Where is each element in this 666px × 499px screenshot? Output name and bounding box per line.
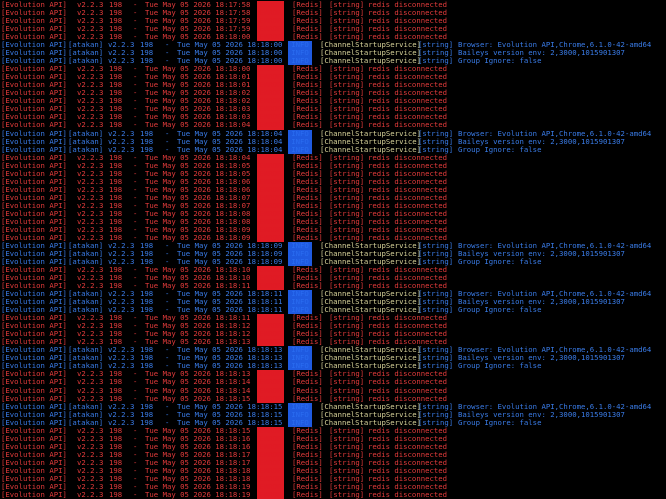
- log-message: Group Ignore: false: [458, 417, 542, 427]
- log-message: Group Ignore: false: [458, 257, 542, 266]
- log-context: [Redis]: [292, 489, 323, 499]
- log-pid: 198: [109, 489, 123, 499]
- log-timestamp: Tue May 05 2026 18:18:19: [145, 489, 251, 499]
- log-line-error: [Evolution API] v2.2.3 198- Tue May 05 2026…: [0, 489, 666, 499]
- log-separator: -: [133, 489, 138, 499]
- log-version: v2.2.3: [77, 489, 104, 499]
- log-message: Group Ignore: false: [458, 56, 542, 66]
- log-message: Group Ignore: false: [458, 361, 542, 371]
- terminal-log-output[interactable]: [Evolution API] v2.2.3 198- Tue May 05 2026…: [0, 0, 666, 499]
- error-badge: ERROR: [257, 490, 284, 499]
- log-message: Group Ignore: false: [458, 144, 542, 154]
- log-message: redis disconnected: [368, 489, 448, 499]
- log-message: Group Ignore: false: [458, 305, 542, 315]
- log-type: [string]: [329, 489, 365, 499]
- log-app-name: [Evolution API]: [1, 489, 67, 499]
